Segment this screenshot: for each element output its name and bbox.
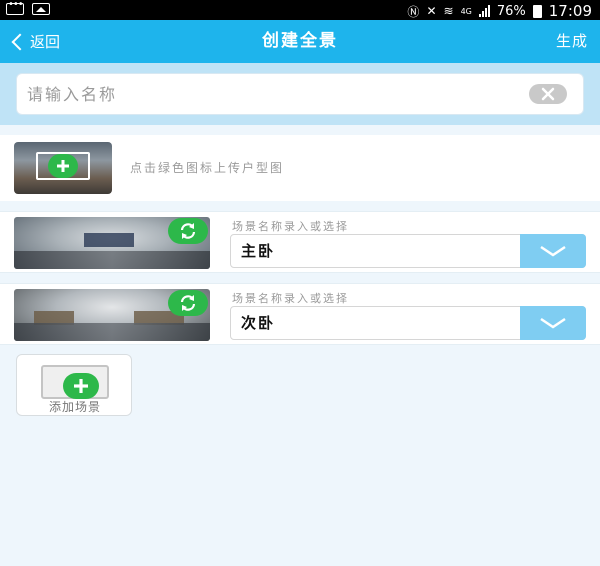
- title-bar: 创建全景 返回 生成: [0, 20, 600, 63]
- scene-name-hint: 场景名称录入或选择: [232, 292, 349, 305]
- scene-name-select[interactable]: 次卧: [230, 306, 586, 340]
- status-bar: Ⓝ ✕ ≋ 4G 76% 17:09: [0, 0, 600, 20]
- scene-panorama-thumbnail[interactable]: [14, 217, 210, 269]
- more-notifications-icon: [6, 0, 24, 15]
- nfc-icon: Ⓝ: [407, 4, 420, 19]
- add-icon: [48, 154, 78, 178]
- scene-name-value: 主卧: [241, 242, 276, 260]
- network-type: 4G: [460, 6, 472, 16]
- signal-icon: [478, 5, 490, 17]
- wifi-icon: ≋: [443, 4, 454, 18]
- name-field-container: [16, 73, 584, 115]
- scene-row: 场景名称录入或选择 主卧: [0, 211, 600, 273]
- refresh-icon: [180, 223, 196, 239]
- chevron-down-icon: [540, 317, 566, 329]
- refresh-icon: [180, 295, 196, 311]
- add-icon: [63, 373, 99, 399]
- scene-panorama-thumbnail[interactable]: [14, 289, 210, 341]
- chevron-left-icon: [11, 33, 29, 50]
- name-section: [0, 63, 600, 125]
- scene-name-hint: 场景名称录入或选择: [232, 220, 349, 233]
- chevron-down-icon: [540, 245, 566, 257]
- image-notification-icon: [32, 3, 50, 15]
- scene-row: 场景名称录入或选择 次卧: [0, 283, 600, 345]
- add-scene-label: 添加场景: [48, 400, 101, 414]
- close-icon: [541, 87, 555, 101]
- add-scene-button[interactable]: 添加场景: [16, 354, 132, 416]
- back-button[interactable]: 返回: [10, 20, 60, 63]
- scene-name-value: 次卧: [241, 314, 276, 332]
- floorplan-upload-button[interactable]: [14, 142, 112, 194]
- scene-name-select[interactable]: 主卧: [230, 234, 586, 268]
- replace-image-button[interactable]: [168, 218, 208, 244]
- replace-image-button[interactable]: [168, 290, 208, 316]
- floorplan-upload-row: 点击绿色图标上传户型图: [0, 135, 600, 201]
- page-title: 创建全景: [262, 31, 338, 51]
- battery-icon: [532, 4, 542, 18]
- name-input[interactable]: [27, 74, 517, 114]
- battery-percent: 76%: [496, 3, 526, 19]
- generate-button[interactable]: 生成: [556, 20, 588, 63]
- floorplan-hint: 点击绿色图标上传户型图: [130, 161, 285, 175]
- clear-button[interactable]: [529, 84, 567, 104]
- scene-dropdown-button[interactable]: [520, 306, 586, 340]
- mute-icon: ✕: [426, 4, 437, 18]
- back-label: 返回: [30, 33, 61, 51]
- scene-dropdown-button[interactable]: [520, 234, 586, 268]
- clock: 17:09: [548, 2, 592, 20]
